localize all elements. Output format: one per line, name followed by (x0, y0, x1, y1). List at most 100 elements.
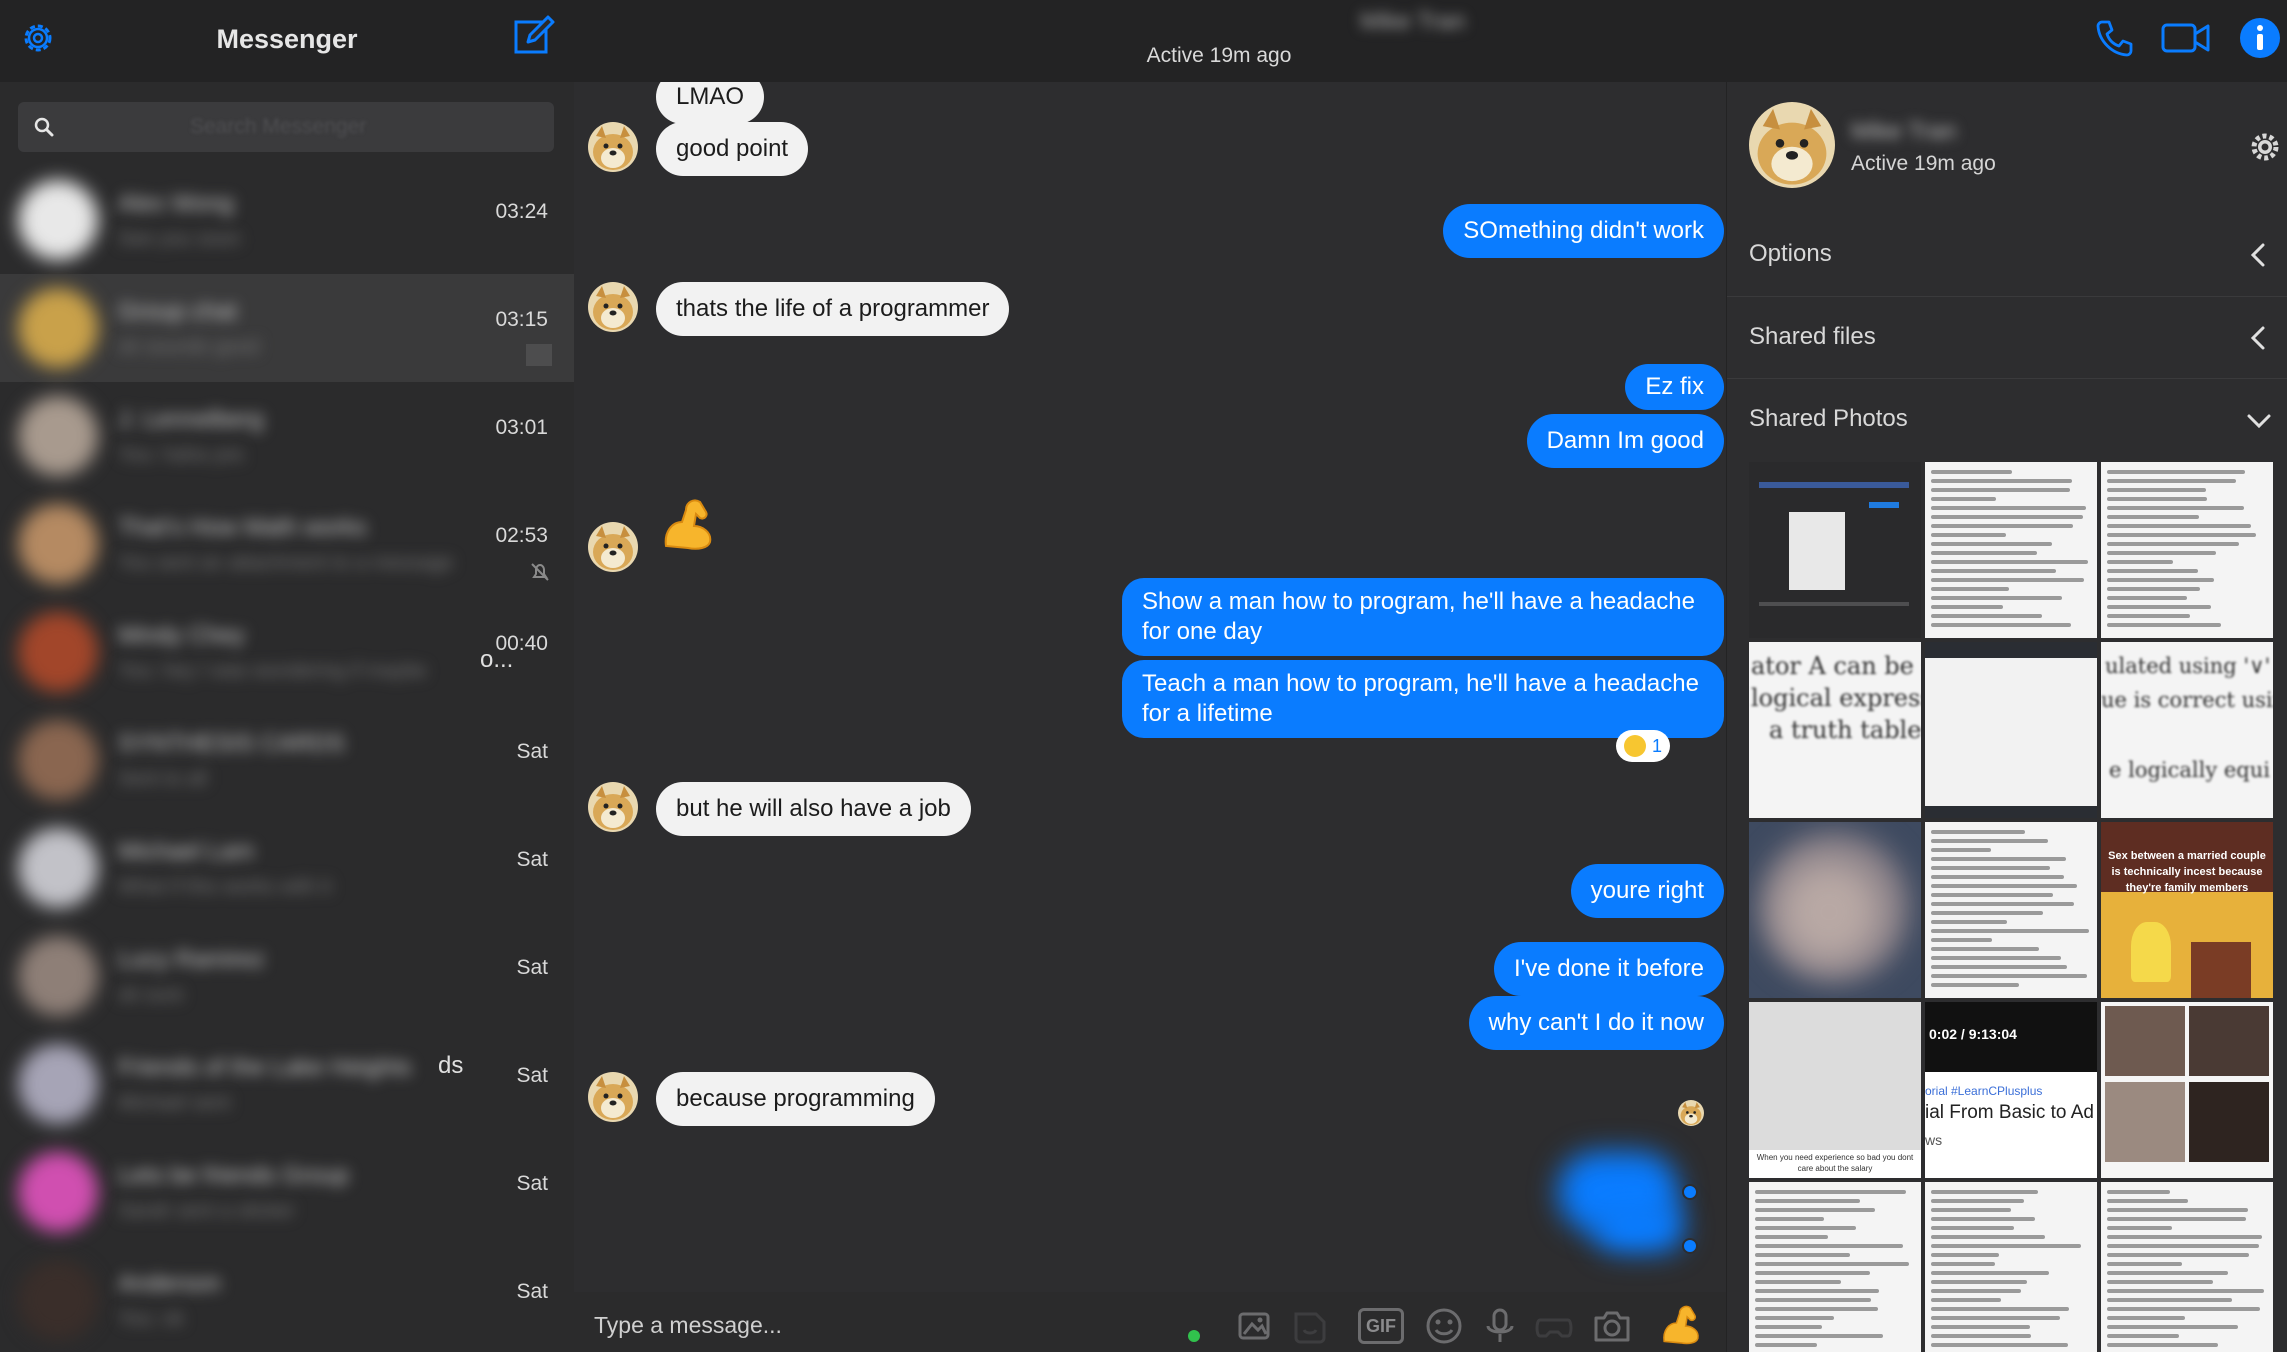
document-text-line (2107, 1253, 2249, 1257)
conversation-name: Mindy Chey (118, 622, 245, 649)
reaction-badge[interactable]: 1 (1616, 730, 1671, 762)
document-text-line (1931, 848, 1991, 852)
document-text-line (1931, 1280, 2027, 1284)
conversation-item[interactable]: Anderson You: ok Sat (0, 1246, 574, 1352)
gif-button[interactable]: GIF (1358, 1308, 1404, 1344)
document-text-line (1931, 920, 2007, 924)
message-bubble-incoming[interactable]: LMAO (656, 82, 765, 124)
conversation-item[interactable]: Lucy Ramirez ok sure Sat (0, 922, 574, 1030)
shared-photo[interactable]: ulated using '∨' an ue is correct using … (2101, 642, 2273, 818)
contact-name[interactable]: Mike Tran (1360, 8, 1465, 36)
delivered-check-icon (1682, 1238, 1698, 1254)
message-bubble-outgoing[interactable]: SOmething didn't work (1443, 204, 1724, 258)
document-text-line (1931, 947, 2039, 951)
document-text-line (2107, 623, 2221, 627)
conversation-snippet: Michael sent (118, 1092, 231, 1114)
shared-photo[interactable] (1749, 822, 1921, 998)
emoji-icon[interactable] (1424, 1306, 1464, 1346)
document-text-line (1931, 1217, 2035, 1221)
shared-photo[interactable] (1925, 642, 2097, 818)
conversation-item[interactable]: Lets be friends Group Sarah sent a sticke… (0, 1138, 574, 1246)
shared-photos-row[interactable]: Shared Photos (1727, 378, 2287, 460)
document-text-line (2107, 479, 2236, 483)
conversation-item[interactable]: Michael Lam What if this works with it Sat (0, 814, 574, 922)
shared-photo[interactable]: ator A can be s logical expressi a truth… (1749, 642, 1921, 818)
sticker-icon[interactable] (1290, 1306, 1330, 1346)
info-icon[interactable] (2238, 16, 2282, 60)
shared-photo[interactable]: When you need experience so bad you dont… (1749, 1002, 1921, 1178)
options-row[interactable]: Options (1727, 214, 2287, 296)
message-bubble-outgoing[interactable]: Ez fix (1625, 364, 1724, 410)
document-text-line (1931, 830, 2025, 834)
shared-photos-grid: ator A can be s logical expressi a truth… (1749, 462, 2287, 1352)
angry-face-icon (1624, 735, 1646, 757)
shared-photo[interactable]: Sex between a married couple is technica… (2101, 822, 2273, 998)
document-text-line (1931, 1316, 2060, 1320)
document-text-line (1931, 551, 2037, 555)
document-text-line (2107, 551, 2216, 555)
flexed-biceps-send-icon[interactable] (1658, 1300, 1704, 1346)
compose-icon[interactable] (512, 14, 556, 58)
conversation-item[interactable]: Alex Wong See you soon 03:24 (0, 166, 574, 274)
shared-photo[interactable]: 0:02 / 9:13:04 orial #LearnCPlusplus ial… (1925, 1002, 2097, 1178)
document-text-line (1931, 1244, 2081, 1248)
conversation-item[interactable]: Group chat ok sounds good 03:15 (0, 274, 574, 382)
message-bubble-incoming[interactable]: good point (656, 122, 809, 176)
shared-photo[interactable] (1749, 462, 1921, 638)
document-text-line (1931, 488, 2070, 492)
message-bubble-outgoing[interactable]: I've done it before (1493, 942, 1724, 996)
conversation-item[interactable]: Mindy Chey You: hey I was wondering if ma… (0, 598, 574, 706)
shared-photo[interactable] (1749, 1182, 1921, 1352)
document-text-line (1931, 1190, 2038, 1194)
conversation-item[interactable]: J. Lennelberg You: haha yes 03:01 (0, 382, 574, 490)
shared-photo[interactable] (1925, 462, 2097, 638)
contact-avatar-large[interactable] (1749, 102, 1835, 188)
message-bubble-outgoing[interactable]: Damn Im good (1526, 414, 1724, 468)
message-bubble-incoming[interactable]: thats the life of a programmer (656, 282, 1010, 336)
shared-photo[interactable] (1925, 1182, 2097, 1352)
microphone-icon[interactable] (1480, 1306, 1520, 1346)
message-bubble-outgoing[interactable]: Teach a man how to program, he'll have a… (1122, 660, 1724, 738)
message-composer: Type a message... GIF (574, 1292, 1726, 1352)
document-text-line (1931, 515, 2083, 519)
conversation-snippet: See you soon (118, 228, 241, 250)
shared-photo[interactable] (2101, 462, 2273, 638)
avatar (18, 1044, 98, 1124)
document-text-line (2107, 497, 2207, 501)
settings-gear-icon[interactable] (2248, 130, 2282, 164)
phone-icon[interactable] (2092, 16, 2136, 60)
contact-avatar (588, 782, 638, 832)
conversation-time: 02:53 (495, 524, 548, 547)
document-text-line (1931, 623, 2071, 627)
message-bubble-incoming[interactable]: because programming (656, 1072, 935, 1126)
conversation-item[interactable]: That's How Math works You sent an attachm… (0, 490, 574, 598)
document-text-line (2107, 1226, 2172, 1230)
message-bubble-outgoing[interactable]: youre right (1570, 864, 1724, 918)
conversation-snippet: You: haha yes (118, 444, 245, 466)
search-input[interactable]: Search Messenger (18, 102, 554, 152)
document-text-line (2107, 1343, 2218, 1347)
flexed-biceps-icon[interactable] (658, 492, 718, 552)
photo-icon[interactable] (1236, 1306, 1276, 1346)
document-text-line (1931, 1289, 2021, 1293)
shared-photo[interactable] (2101, 1002, 2273, 1178)
conversation-item[interactable]: SYNTHESIS CARDS Sent to all Sat (0, 706, 574, 814)
message-input[interactable]: Type a message... (594, 1312, 782, 1339)
camera-icon[interactable] (1592, 1306, 1632, 1346)
document-text-line (1931, 857, 2066, 861)
message-bubble-outgoing[interactable]: why can't I do it now (1468, 996, 1724, 1050)
document-text-line (1931, 1271, 2049, 1275)
shared-photo[interactable] (1925, 822, 2097, 998)
document-text-line (2107, 596, 2187, 600)
document-text-line (1931, 497, 1996, 501)
document-text-line (1931, 542, 2052, 546)
message-bubble-outgoing[interactable]: Show a man how to program, he'll have a … (1122, 578, 1724, 656)
video-call-icon[interactable] (2160, 20, 2212, 56)
game-controller-icon[interactable] (1534, 1306, 1574, 1346)
shared-files-row[interactable]: Shared files (1727, 296, 2287, 378)
contact-name: Mike Tran (1851, 118, 1957, 145)
shared-photo[interactable] (2101, 1182, 2273, 1352)
conversation-item[interactable]: Friends of the Lake Heights Michael sent S… (0, 1030, 574, 1138)
document-text-line (1755, 1235, 1828, 1239)
message-bubble-incoming[interactable]: but he will also have a job (656, 782, 971, 836)
